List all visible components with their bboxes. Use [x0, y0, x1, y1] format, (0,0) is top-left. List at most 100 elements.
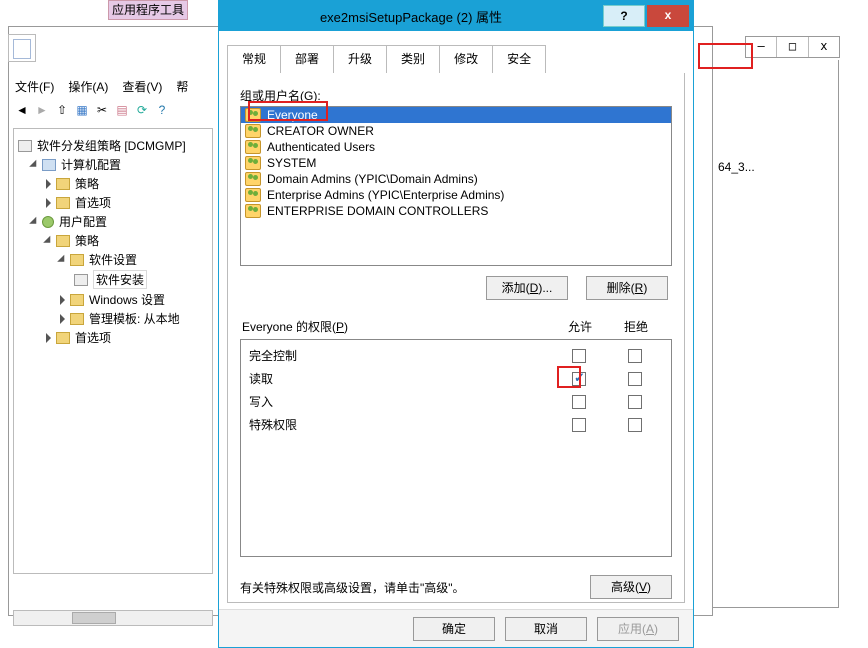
perm-label: 特殊权限	[249, 416, 551, 433]
background-list-item[interactable]: 64_3...	[718, 160, 755, 174]
user-row-creator-owner[interactable]: CREATOR OWNER	[241, 123, 671, 139]
cut-icon[interactable]: ✂	[93, 101, 111, 119]
tree-user-pref[interactable]: 首选项	[46, 329, 208, 346]
tab-modify[interactable]: 修改	[439, 45, 493, 73]
tree-pane: 软件分发组策略 [DCMGMP] 计算机配置 策略 首选项 用户配置 策略 软件…	[13, 128, 213, 574]
user-row-auth-users[interactable]: Authenticated Users	[241, 139, 671, 155]
tab-upgrade[interactable]: 升级	[333, 45, 387, 73]
tree-label: 管理模板: 从本地	[89, 310, 180, 327]
document-icon	[8, 34, 36, 62]
allow-read-checkbox[interactable]	[572, 372, 586, 386]
help-icon[interactable]: ?	[153, 101, 171, 119]
menubar: 文件(F) 操作(A) 查看(V) 帮	[13, 76, 190, 96]
props-icon[interactable]: ▤	[113, 101, 131, 119]
ok-button[interactable]: 确定	[413, 617, 495, 641]
bg-max-button[interactable]: □	[776, 37, 807, 57]
tree-label: 计算机配置	[61, 156, 121, 173]
group-icon	[245, 124, 261, 138]
dialog-tabs: 常规 部署 升级 类别 修改 安全	[227, 45, 685, 73]
perm-row-special: 特殊权限	[241, 413, 671, 436]
tab-category[interactable]: 类别	[386, 45, 440, 73]
folder-icon	[70, 313, 84, 325]
tree-computer-pref[interactable]: 首选项	[46, 194, 208, 211]
folder-icon	[70, 254, 84, 266]
grid-icon[interactable]: ▦	[73, 101, 91, 119]
background-window-buttons: – □ x	[745, 36, 840, 58]
installer-icon	[74, 274, 88, 286]
user-row-edc[interactable]: ENTERPRISE DOMAIN CONTROLLERS	[241, 203, 671, 219]
user-name: ENTERPRISE DOMAIN CONTROLLERS	[267, 204, 488, 218]
tree-user-policy[interactable]: 策略	[46, 232, 208, 249]
user-row-domain-admins[interactable]: Domain Admins (YPIC\Domain Admins)	[241, 171, 671, 187]
ribbon-tab-app-tools[interactable]: 应用程序工具	[108, 0, 188, 20]
toolbar: ◄ ► ⇧ ▦ ✂ ▤ ⟳ ?	[13, 98, 171, 122]
tree-label: 首选项	[75, 194, 111, 211]
perm-row-read: 读取	[241, 367, 671, 390]
group-icon	[245, 204, 261, 218]
forward-icon[interactable]: ►	[33, 101, 51, 119]
computer-icon	[42, 159, 56, 171]
dialog-close-button[interactable]: x	[647, 5, 689, 27]
back-icon[interactable]: ◄	[13, 101, 31, 119]
user-icon	[42, 216, 54, 228]
allow-special-checkbox[interactable]	[572, 418, 586, 432]
refresh-icon[interactable]: ⟳	[133, 101, 151, 119]
user-list[interactable]: Everyone CREATOR OWNER Authenticated Use…	[240, 106, 672, 266]
tree-computer-config[interactable]: 计算机配置	[32, 156, 208, 173]
tree-label: Windows 设置	[89, 291, 165, 308]
user-name: Everyone	[267, 108, 318, 122]
user-name: Enterprise Admins (YPIC\Enterprise Admin…	[267, 188, 504, 202]
deny-write-checkbox[interactable]	[628, 395, 642, 409]
folder-icon	[56, 178, 70, 190]
user-row-enterprise-admins[interactable]: Enterprise Admins (YPIC\Enterprise Admin…	[241, 187, 671, 203]
cancel-button[interactable]: 取消	[505, 617, 587, 641]
group-icon	[245, 156, 261, 170]
remove-button[interactable]: 删除(R)	[586, 276, 668, 300]
tab-general[interactable]: 常规	[227, 45, 281, 73]
tree-user-config[interactable]: 用户配置	[32, 213, 208, 230]
allow-write-checkbox[interactable]	[572, 395, 586, 409]
deny-full-checkbox[interactable]	[628, 349, 642, 363]
deny-special-checkbox[interactable]	[628, 418, 642, 432]
folder-icon	[56, 235, 70, 247]
user-buttons: 添加(D)... 删除(R)	[240, 276, 668, 300]
tree-win-settings[interactable]: Windows 设置	[60, 291, 208, 308]
menu-file[interactable]: 文件(F)	[13, 76, 56, 96]
perm-label: 写入	[249, 393, 551, 410]
user-name: Authenticated Users	[267, 140, 375, 154]
tab-security[interactable]: 安全	[492, 45, 546, 73]
tree-horizontal-scrollbar[interactable]	[13, 610, 213, 626]
tree-admin-templates[interactable]: 管理模板: 从本地	[60, 310, 208, 327]
tree-label: 软件安装	[93, 270, 147, 289]
tree-computer-policy[interactable]: 策略	[46, 175, 208, 192]
bg-close-button[interactable]: x	[808, 37, 839, 57]
user-row-system[interactable]: SYSTEM	[241, 155, 671, 171]
deny-read-checkbox[interactable]	[628, 372, 642, 386]
tree-soft-install[interactable]: 软件安装	[74, 270, 208, 289]
bg-min-button[interactable]: –	[746, 37, 776, 57]
tree-label: 用户配置	[59, 213, 107, 230]
user-name: SYSTEM	[267, 156, 316, 170]
advanced-message: 有关特殊权限或高级设置，请单击"高级"。	[240, 579, 590, 596]
up-icon[interactable]: ⇧	[53, 101, 71, 119]
apply-button[interactable]: 应用(A)	[597, 617, 679, 641]
group-icon	[245, 172, 261, 186]
menu-view[interactable]: 查看(V)	[120, 76, 164, 96]
scrollbar-thumb[interactable]	[72, 612, 116, 624]
allow-full-checkbox[interactable]	[572, 349, 586, 363]
tree-root[interactable]: 软件分发组策略 [DCMGMP]	[18, 137, 208, 154]
dialog-help-button[interactable]: ?	[603, 5, 645, 27]
security-tab-body: 组或用户名(G): Everyone CREATOR OWNER Authent…	[227, 73, 685, 603]
add-button[interactable]: 添加(D)...	[486, 276, 568, 300]
advanced-button[interactable]: 高级(V)	[590, 575, 672, 599]
tree-label: 软件设置	[89, 251, 137, 268]
tree-label: 策略	[75, 175, 99, 192]
folder-icon	[56, 197, 70, 209]
dialog-footer: 确定 取消 应用(A)	[219, 609, 693, 647]
tree-soft-settings[interactable]: 软件设置	[60, 251, 208, 268]
tab-deploy[interactable]: 部署	[280, 45, 334, 73]
user-row-everyone[interactable]: Everyone	[241, 107, 671, 123]
menu-help[interactable]: 帮	[174, 76, 190, 96]
folder-icon	[56, 332, 70, 344]
menu-action[interactable]: 操作(A)	[66, 76, 110, 96]
